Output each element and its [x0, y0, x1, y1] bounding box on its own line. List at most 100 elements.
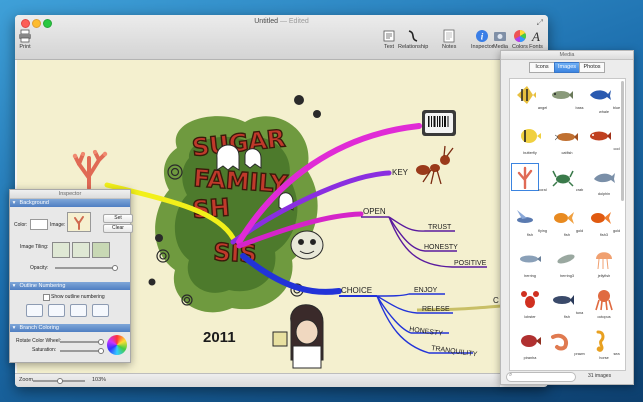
- media-item[interactable]: butterfly: [512, 124, 548, 155]
- cod-fish-icon: [590, 131, 612, 141]
- ant-image: [416, 145, 454, 185]
- tab-icons[interactable]: Icons: [529, 62, 555, 73]
- media-panel: Media Icons Images Photos angel bass blu…: [500, 50, 634, 385]
- tiling-option-horizontal[interactable]: [72, 242, 90, 258]
- section-branch-header[interactable]: ▾ Branch Coloring: [10, 324, 130, 332]
- media-item[interactable]: sea horse: [586, 329, 622, 360]
- media-item-label: tuna fish: [564, 311, 584, 319]
- media-item[interactable]: tuna fish: [549, 288, 585, 319]
- coral-image: [72, 150, 108, 190]
- zoom-slider-knob[interactable]: [57, 377, 63, 384]
- background-image-well[interactable]: [67, 212, 91, 232]
- opacity-slider-knob[interactable]: [111, 264, 118, 271]
- media-search-input[interactable]: ⌕: [506, 372, 576, 382]
- numbering-style-3[interactable]: [70, 304, 87, 317]
- media-item-label: flying fish: [527, 229, 547, 237]
- media-item[interactable]: piranha: [512, 329, 548, 360]
- opacity-label: Opacity:: [30, 265, 49, 271]
- media-item[interactable]: herring3: [549, 247, 585, 278]
- media-item[interactable]: angel: [512, 83, 548, 110]
- media-item[interactable]: octopus: [586, 288, 622, 319]
- media-item-label: gold fish: [564, 229, 584, 237]
- relationship-button[interactable]: Relationship: [398, 29, 428, 50]
- color-wheel-icon: [513, 29, 526, 42]
- media-item-label: dolphin: [597, 192, 611, 196]
- tiling-option-grid[interactable]: [52, 242, 70, 258]
- media-item[interactable]: cod: [586, 124, 622, 151]
- media-item[interactable]: lobster: [512, 288, 548, 319]
- media-item[interactable]: gold fish: [549, 206, 585, 237]
- relationship-label: Relationship: [398, 44, 429, 50]
- colors-button[interactable]: Colors: [512, 29, 528, 50]
- section-outline-header[interactable]: ▾ Outline Numbering: [10, 282, 130, 290]
- tab-photos[interactable]: Photos: [579, 62, 605, 73]
- numbering-style-2[interactable]: [48, 304, 65, 317]
- svg-text:A: A: [531, 29, 540, 43]
- media-item-label: butterfly: [523, 151, 537, 155]
- clear-button[interactable]: Clear: [103, 224, 133, 233]
- opacity-slider[interactable]: [55, 267, 117, 269]
- coral-icon: [511, 163, 540, 191]
- edited-indicator: — Edited: [279, 18, 309, 25]
- media-scrollbar[interactable]: [621, 81, 624, 201]
- color-wheel[interactable]: [107, 335, 127, 355]
- media-item[interactable]: bass: [549, 83, 585, 110]
- blue-whale-icon: [589, 90, 611, 100]
- media-item-label: blue whale: [599, 106, 621, 114]
- tab-images[interactable]: Images: [554, 62, 580, 73]
- color-label: Color:: [14, 222, 28, 228]
- media-count: 31 images: [588, 373, 612, 379]
- media-item-label: herring3: [560, 274, 574, 278]
- subtopic-positive-label: POSITIVE: [454, 260, 487, 267]
- disclosure-down-icon: ▾: [12, 283, 16, 289]
- gold-fish-icon: [553, 212, 574, 224]
- section-background-header[interactable]: ▾ Background: [10, 199, 130, 207]
- media-item[interactable]: flying fish: [512, 206, 548, 237]
- notes-button[interactable]: Notes: [442, 29, 456, 50]
- media-item[interactable]: catfish: [549, 124, 585, 155]
- media-item[interactable]: crab: [549, 165, 585, 192]
- angel-fish-icon: [516, 86, 536, 104]
- media-item-label: crab: [575, 188, 584, 192]
- status-bar: Zoom 103%: [15, 373, 500, 387]
- subtopic-honesty-choice-label: HONESTY: [409, 326, 444, 338]
- numbering-style-4[interactable]: [92, 304, 109, 317]
- tiling-option-center[interactable]: [92, 242, 110, 258]
- choice-subbranches: [376, 293, 473, 354]
- print-button[interactable]: Print: [18, 29, 32, 50]
- media-item-label: herring: [524, 274, 536, 278]
- media-item[interactable]: jellyfish: [586, 247, 622, 278]
- zoom-value[interactable]: 103%: [92, 377, 106, 383]
- rotate-color-wheel-knob[interactable]: [98, 338, 105, 345]
- branch-choice-label: CHOICE: [341, 286, 372, 295]
- set-button[interactable]: Set: [103, 214, 133, 223]
- media-footer: ⌕ 31 images: [506, 372, 628, 382]
- media-item[interactable]: dolphin: [586, 165, 622, 196]
- media-panel-title: Media: [501, 51, 633, 60]
- branch-open-label: OPEN: [363, 207, 386, 216]
- rotate-color-wheel-slider[interactable]: [60, 341, 104, 343]
- text-button[interactable]: Text: [382, 29, 396, 50]
- media-item-label: piranha: [523, 356, 537, 360]
- zoom-label: Zoom: [19, 377, 34, 383]
- fullscreen-icon[interactable]: ⤢: [537, 18, 543, 28]
- background-color-well[interactable]: [30, 219, 48, 230]
- numbering-style-1[interactable]: [26, 304, 43, 317]
- media-item[interactable]: blue whale: [586, 83, 622, 114]
- document-title: Untitled: [254, 18, 278, 25]
- media-button[interactable]: Media: [493, 29, 508, 50]
- inspector-button[interactable]: i Inspector: [471, 29, 494, 50]
- show-outline-checkbox[interactable]: [43, 294, 50, 301]
- branch-partial-label: C: [493, 296, 499, 305]
- saturation-slider[interactable]: [60, 350, 104, 352]
- media-item[interactable]: gold fish3: [586, 206, 622, 237]
- media-item-selected[interactable]: coral: [511, 163, 548, 192]
- prawn-icon: [551, 333, 569, 351]
- media-item[interactable]: herring: [512, 247, 548, 278]
- inspector-label: Inspector: [471, 44, 494, 50]
- media-item[interactable]: prawn: [549, 329, 585, 356]
- fonts-button[interactable]: A Fonts: [529, 29, 543, 50]
- media-tabs: Icons Images Photos: [529, 62, 605, 73]
- saturation-slider-knob[interactable]: [98, 347, 105, 354]
- tuna-fish-icon: [552, 295, 574, 305]
